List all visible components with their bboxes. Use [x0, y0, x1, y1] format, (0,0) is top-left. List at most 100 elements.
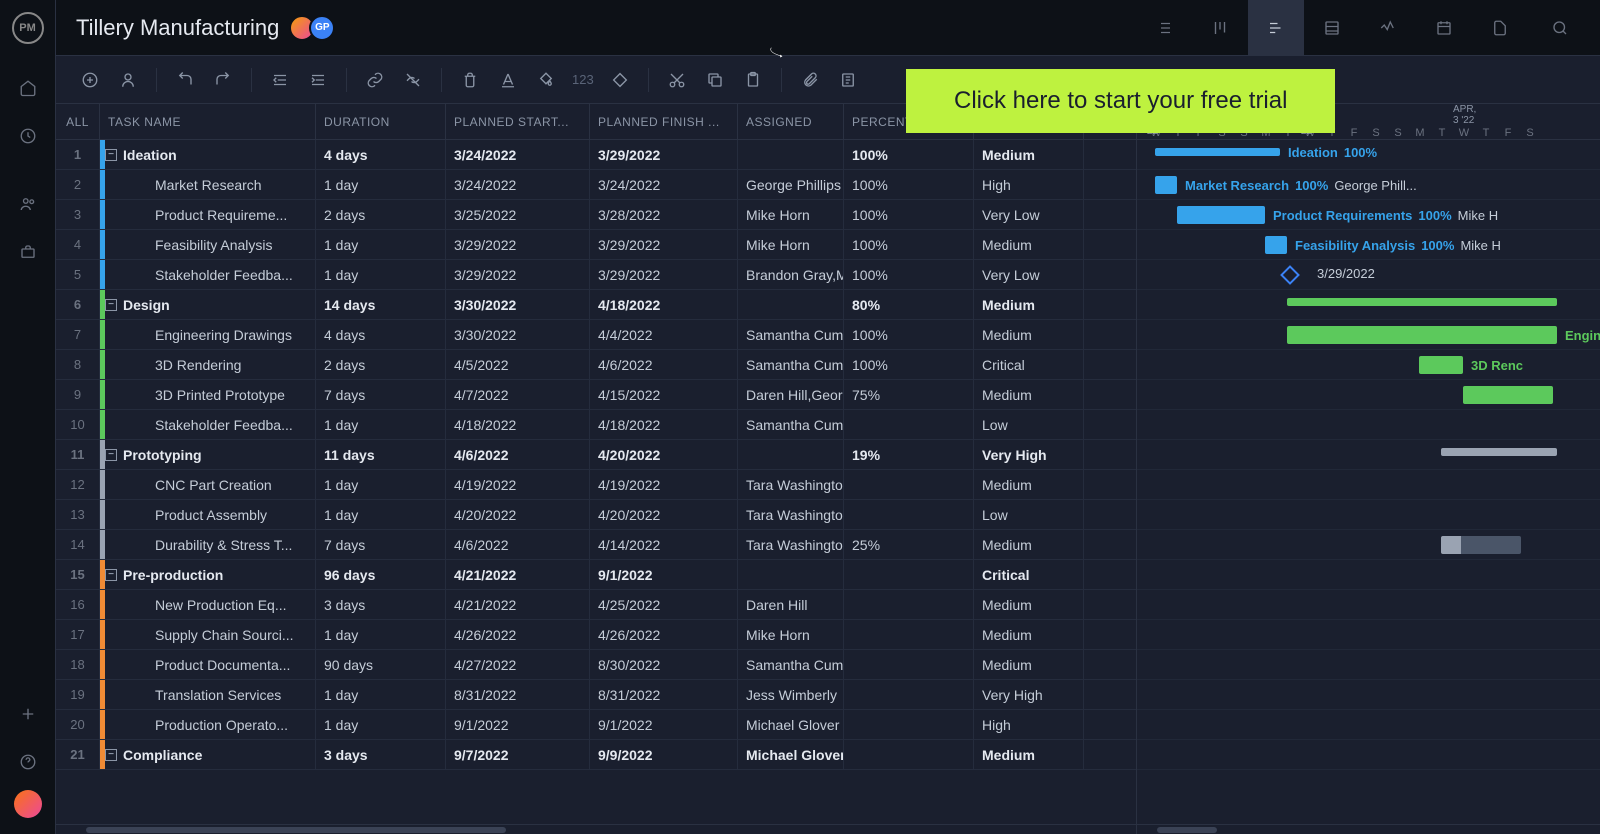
delete-button[interactable]: [454, 64, 486, 96]
task-row[interactable]: 12CNC Part Creation1 day4/19/20224/19/20…: [56, 470, 1136, 500]
task-row[interactable]: 10Stakeholder Feedba...1 day4/18/20224/1…: [56, 410, 1136, 440]
task-name-cell[interactable]: Stakeholder Feedba...: [100, 260, 316, 289]
planned-start-cell[interactable]: 8/31/2022: [446, 680, 590, 709]
gantt-row[interactable]: 3D Renc: [1137, 350, 1600, 380]
percent-cell[interactable]: [844, 740, 974, 769]
task-row[interactable]: 3Product Requireme...2 days3/25/20223/28…: [56, 200, 1136, 230]
gantt-chart[interactable]: ., 20 '22MAR, 27 '22APR, 3 '22 WTFSSMTWT…: [1136, 104, 1600, 834]
planned-finish-cell[interactable]: 4/26/2022: [590, 620, 738, 649]
percent-cell[interactable]: 75%: [844, 380, 974, 409]
task-name-cell[interactable]: −Pre-production: [100, 560, 316, 589]
planned-finish-cell[interactable]: 4/25/2022: [590, 590, 738, 619]
gantt-bar[interactable]: [1463, 386, 1553, 404]
duration-cell[interactable]: 1 day: [316, 710, 446, 739]
percent-cell[interactable]: [844, 470, 974, 499]
grid-body[interactable]: 1−Ideation4 days3/24/20223/29/2022100%Me…: [56, 140, 1136, 824]
planned-finish-cell[interactable]: 4/14/2022: [590, 530, 738, 559]
assigned-cell[interactable]: Samantha Cum: [738, 410, 844, 439]
duration-cell[interactable]: 11 days: [316, 440, 446, 469]
planned-finish-cell[interactable]: 8/31/2022: [590, 680, 738, 709]
collapse-toggle[interactable]: −: [105, 299, 117, 311]
view-gantt[interactable]: [1248, 0, 1304, 56]
assigned-cell[interactable]: Mike Horn: [738, 620, 844, 649]
percent-cell[interactable]: 25%: [844, 530, 974, 559]
duration-cell[interactable]: 96 days: [316, 560, 446, 589]
planned-start-cell[interactable]: 4/20/2022: [446, 500, 590, 529]
assigned-cell[interactable]: [738, 440, 844, 469]
undo-button[interactable]: [169, 64, 201, 96]
priority-cell[interactable]: Very Low: [974, 200, 1084, 229]
planned-finish-cell[interactable]: 4/4/2022: [590, 320, 738, 349]
gantt-row[interactable]: [1137, 290, 1600, 320]
planned-finish-cell[interactable]: 4/15/2022: [590, 380, 738, 409]
gantt-row[interactable]: Feasibility Analysis 100% Mike H: [1137, 230, 1600, 260]
planned-start-cell[interactable]: 4/21/2022: [446, 560, 590, 589]
task-row[interactable]: 5Stakeholder Feedba...1 day3/29/20223/29…: [56, 260, 1136, 290]
gantt-bar[interactable]: Feasibility Analysis 100% Mike H: [1265, 236, 1287, 254]
task-row[interactable]: 15−Pre-production96 days4/21/20229/1/202…: [56, 560, 1136, 590]
planned-finish-cell[interactable]: 8/30/2022: [590, 650, 738, 679]
planned-finish-cell[interactable]: 3/28/2022: [590, 200, 738, 229]
gantt-bar[interactable]: Engineering D: [1287, 326, 1557, 344]
task-name-cell[interactable]: Feasibility Analysis: [100, 230, 316, 259]
gantt-bar[interactable]: Ideation 100%: [1155, 148, 1280, 156]
planned-start-cell[interactable]: 3/29/2022: [446, 260, 590, 289]
gantt-bar[interactable]: 3D Renc: [1419, 356, 1463, 374]
task-row[interactable]: 21−Compliance3 days9/7/20229/9/2022Micha…: [56, 740, 1136, 770]
priority-cell[interactable]: Low: [974, 410, 1084, 439]
planned-start-cell[interactable]: 3/30/2022: [446, 320, 590, 349]
task-row[interactable]: 1−Ideation4 days3/24/20223/29/2022100%Me…: [56, 140, 1136, 170]
planned-finish-cell[interactable]: 3/29/2022: [590, 260, 738, 289]
task-name-cell[interactable]: Product Documenta...: [100, 650, 316, 679]
view-calendar[interactable]: [1416, 0, 1472, 56]
priority-cell[interactable]: Medium: [974, 470, 1084, 499]
percent-cell[interactable]: 100%: [844, 170, 974, 199]
gantt-row[interactable]: Market Research 100% George Phill...: [1137, 170, 1600, 200]
planned-start-cell[interactable]: 3/24/2022: [446, 140, 590, 169]
duration-cell[interactable]: 1 day: [316, 470, 446, 499]
planned-start-cell[interactable]: 4/6/2022: [446, 440, 590, 469]
percent-cell[interactable]: 100%: [844, 200, 974, 229]
assigned-cell[interactable]: [738, 560, 844, 589]
assigned-cell[interactable]: [738, 290, 844, 319]
percent-cell[interactable]: [844, 590, 974, 619]
percent-cell[interactable]: [844, 410, 974, 439]
planned-start-cell[interactable]: 4/21/2022: [446, 590, 590, 619]
home-nav[interactable]: [8, 68, 48, 108]
priority-cell[interactable]: Medium: [974, 290, 1084, 319]
view-files[interactable]: [1472, 0, 1528, 56]
planned-start-cell[interactable]: 3/25/2022: [446, 200, 590, 229]
task-row[interactable]: 4Feasibility Analysis1 day3/29/20223/29/…: [56, 230, 1136, 260]
task-name-cell[interactable]: Product Requireme...: [100, 200, 316, 229]
gantt-row[interactable]: [1137, 500, 1600, 530]
planned-finish-cell[interactable]: 4/20/2022: [590, 440, 738, 469]
planned-finish-cell[interactable]: 4/19/2022: [590, 470, 738, 499]
assigned-cell[interactable]: Mike Horn: [738, 230, 844, 259]
view-board[interactable]: [1192, 0, 1248, 56]
outdent-button[interactable]: [264, 64, 296, 96]
gantt-row[interactable]: Product Requirements 100% Mike H: [1137, 200, 1600, 230]
task-name-cell[interactable]: CNC Part Creation: [100, 470, 316, 499]
fill-button[interactable]: [530, 64, 562, 96]
collapse-toggle[interactable]: −: [105, 149, 117, 161]
percent-cell[interactable]: 100%: [844, 140, 974, 169]
planned-finish-cell[interactable]: 9/1/2022: [590, 560, 738, 589]
task-name-cell[interactable]: Production Operato...: [100, 710, 316, 739]
task-row[interactable]: 11−Prototyping11 days4/6/20224/20/202219…: [56, 440, 1136, 470]
duration-cell[interactable]: 2 days: [316, 200, 446, 229]
portfolio-nav[interactable]: [8, 232, 48, 272]
number-format[interactable]: 123: [568, 72, 598, 87]
gantt-h-scrollbar[interactable]: [1137, 824, 1600, 834]
recent-nav[interactable]: [8, 116, 48, 156]
gantt-row[interactable]: Ideation 100%: [1137, 140, 1600, 170]
task-row[interactable]: 19Translation Services1 day8/31/20228/31…: [56, 680, 1136, 710]
planned-finish-cell[interactable]: 9/9/2022: [590, 740, 738, 769]
team-nav[interactable]: [8, 184, 48, 224]
assigned-cell[interactable]: Samantha Cum: [738, 320, 844, 349]
gantt-row[interactable]: [1137, 470, 1600, 500]
priority-cell[interactable]: Medium: [974, 740, 1084, 769]
assigned-cell[interactable]: Daren Hill,Geor: [738, 380, 844, 409]
gantt-row[interactable]: Engineering D: [1137, 320, 1600, 350]
view-list[interactable]: [1136, 0, 1192, 56]
gantt-row[interactable]: [1137, 620, 1600, 650]
